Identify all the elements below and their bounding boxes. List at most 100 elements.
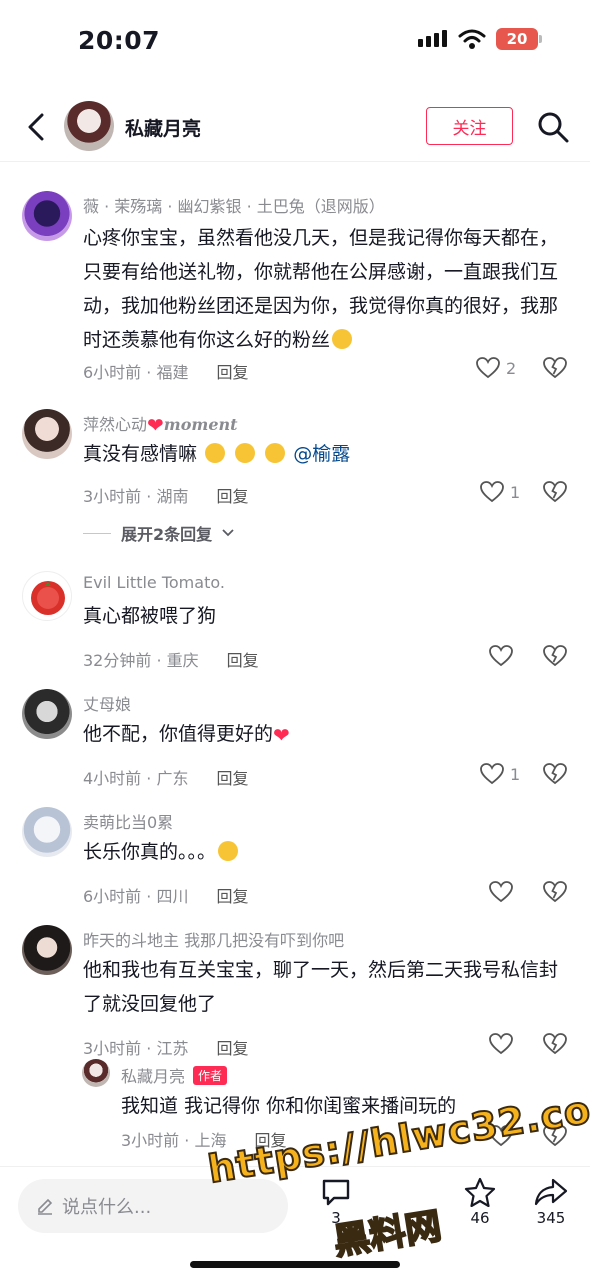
dislike-icon[interactable]: [543, 645, 567, 667]
comment-meta: 3小时前 · 江苏 回复: [83, 1035, 248, 1059]
comment-text: 真心都被喂了狗: [83, 605, 217, 627]
comment-username[interactable]: 薇 · 茉殇璃 · 幽幻紫银 · 土巴兔（退网版）: [83, 193, 385, 217]
list-item: 萍然心动❤moment 真没有感情嘛 @榆露 3小时前 · 湖南 回复 1 展开…: [0, 409, 590, 544]
dislike-icon[interactable]: [543, 357, 567, 379]
crying-face-icon: [332, 329, 353, 349]
page-title[interactable]: 私藏月亮: [125, 114, 201, 141]
list-item: 昨天的斗地主 我那几把没有吓到你吧 他和我也有互关宝宝，聊了一天，然后第二天我号…: [0, 925, 590, 1058]
avatar[interactable]: [22, 571, 72, 621]
comment-username[interactable]: Evil Little Tomato.: [83, 573, 225, 592]
comment-text-body: 心疼你宝宝，虽然看他没几天，但是我记得你每天都在，只要有给他送礼物，你就帮他在公…: [83, 227, 559, 351]
comment-time: 32分钟前 · 重庆: [83, 651, 199, 670]
wifi-icon: [458, 29, 486, 49]
avatar[interactable]: [22, 409, 72, 459]
avatar[interactable]: [64, 101, 114, 151]
home-indicator: [190, 1261, 400, 1268]
pencil-icon: [38, 1198, 53, 1215]
status-time: 20:07: [78, 26, 161, 55]
tomato-icon: [31, 581, 65, 615]
share-icon: [534, 1178, 568, 1206]
comment-text-body: 他不配，你值得更好的: [83, 723, 274, 745]
comment-text: 他和我也有互关宝宝，聊了一天，然后第二天我号私信封了就没回复他了: [83, 959, 559, 1015]
like-count: 1: [510, 482, 521, 502]
expand-replies-button[interactable]: 展开2条回复: [83, 521, 234, 545]
comment-meta: 3小时前 · 湖南 回复: [83, 483, 248, 507]
expand-replies-label: 展开2条回复: [121, 525, 213, 544]
like-count: 2: [506, 358, 517, 378]
like-button[interactable]: 2: [476, 357, 516, 379]
avatar[interactable]: [22, 807, 72, 857]
comment-text: 心疼你宝宝，虽然看他没几天，但是我记得你每天都在，只要有给他送礼物，你就帮他在公…: [83, 221, 563, 357]
comment-list[interactable]: 薇 · 茉殇璃 · 幽幻紫银 · 土巴兔（退网版） 心疼你宝宝，虽然看他没几天，…: [0, 163, 590, 1166]
favorite-button[interactable]: 46: [450, 1177, 510, 1227]
comment-time: 3小时前 · 江苏: [83, 1039, 189, 1058]
list-item: 丈母娘 他不配，你值得更好的❤ 4小时前 · 广东 回复 1: [0, 689, 590, 789]
comment-meta: 32分钟前 · 重庆 回复: [83, 647, 259, 671]
like-count: 1: [510, 764, 521, 784]
comment-username-text: 萍然心动: [83, 415, 148, 434]
red-heart-icon: ❤: [273, 723, 290, 747]
pleading-face-icon: [265, 443, 286, 463]
avatar[interactable]: [22, 925, 72, 975]
pleading-face-icon: [235, 443, 256, 463]
reply-button[interactable]: 回复: [227, 647, 259, 671]
comment-text: 真没有感情嘛 @榆露: [83, 437, 563, 471]
battery-icon: 20: [496, 28, 538, 50]
avatar[interactable]: [22, 191, 72, 241]
heart-icon[interactable]: [489, 881, 513, 903]
comment-input[interactable]: 说点什么...: [18, 1179, 288, 1233]
user-mention-link[interactable]: @榆露: [293, 443, 350, 465]
search-icon[interactable]: [536, 110, 570, 144]
comment-username[interactable]: 萍然心动❤moment: [83, 411, 238, 437]
dislike-icon[interactable]: [543, 1033, 567, 1055]
star-icon: [464, 1177, 496, 1207]
like-button[interactable]: 1: [480, 481, 520, 503]
reply-button[interactable]: 回复: [216, 765, 248, 789]
share-button[interactable]: 345: [521, 1177, 581, 1227]
dislike-icon[interactable]: [543, 481, 567, 503]
reply-button[interactable]: 回复: [216, 1035, 248, 1059]
grimacing-face-icon: [218, 841, 239, 861]
chevron-down-icon: [222, 529, 234, 537]
like-button[interactable]: 1: [480, 763, 520, 785]
avatar[interactable]: [22, 689, 72, 739]
heart-icon[interactable]: [489, 1033, 513, 1055]
back-arrow-icon[interactable]: [22, 110, 52, 144]
comment-time: 6小时前 · 福建: [83, 363, 189, 382]
follow-button[interactable]: 关注: [426, 107, 513, 145]
cellular-signal-icon: [418, 30, 447, 47]
comment-username[interactable]: 私藏月亮 作者: [121, 1063, 228, 1087]
comment-text-body: 长乐你真的。。。: [83, 841, 217, 863]
heart-icon: [480, 763, 504, 785]
comment-username[interactable]: 卖萌比当0累: [83, 809, 173, 833]
heart-icon[interactable]: [489, 645, 513, 667]
heart-icon: [476, 357, 500, 379]
header: 私藏月亮 关注: [0, 92, 590, 162]
list-item: Evil Little Tomato. 真心都被喂了狗 32分钟前 · 重庆 回…: [0, 571, 590, 671]
favorite-count: 46: [470, 1209, 490, 1227]
comment-text: 长乐你真的。。。: [83, 835, 563, 869]
comment-username[interactable]: 丈母娘: [83, 691, 131, 715]
comment-username[interactable]: 昨天的斗地主 我那几把没有吓到你吧: [83, 927, 344, 951]
comment-meta: 4小时前 · 广东 回复: [83, 765, 248, 789]
list-item: 卖萌比当0累 长乐你真的。。。 6小时前 · 四川 回复: [0, 807, 590, 907]
comment-text-body: 真没有感情嘛: [83, 443, 198, 465]
comment-meta: 6小时前 · 四川 回复: [83, 883, 248, 907]
reply-button[interactable]: 回复: [216, 883, 248, 907]
pleading-face-icon: [205, 443, 226, 463]
divider: [83, 532, 111, 534]
reply-button[interactable]: 回复: [216, 483, 248, 507]
dislike-icon[interactable]: [543, 881, 567, 903]
heart-icon: [480, 481, 504, 503]
red-heart-icon: ❤: [147, 413, 164, 437]
dislike-icon[interactable]: [543, 763, 567, 785]
list-item: 薇 · 茉殇璃 · 幽幻紫银 · 土巴兔（退网版） 心疼你宝宝，虽然看他没几天，…: [0, 191, 590, 391]
avatar[interactable]: [82, 1059, 110, 1087]
status-bar: 20:07 20: [0, 0, 590, 82]
comment-username-text: 私藏月亮: [121, 1067, 186, 1086]
comment-time: 6小时前 · 四川: [83, 887, 189, 906]
author-badge: 作者: [193, 1065, 228, 1085]
reply-button[interactable]: 回复: [216, 359, 248, 383]
comment-text: 他不配，你值得更好的❤: [83, 717, 563, 752]
comment-icon: [322, 1179, 350, 1206]
